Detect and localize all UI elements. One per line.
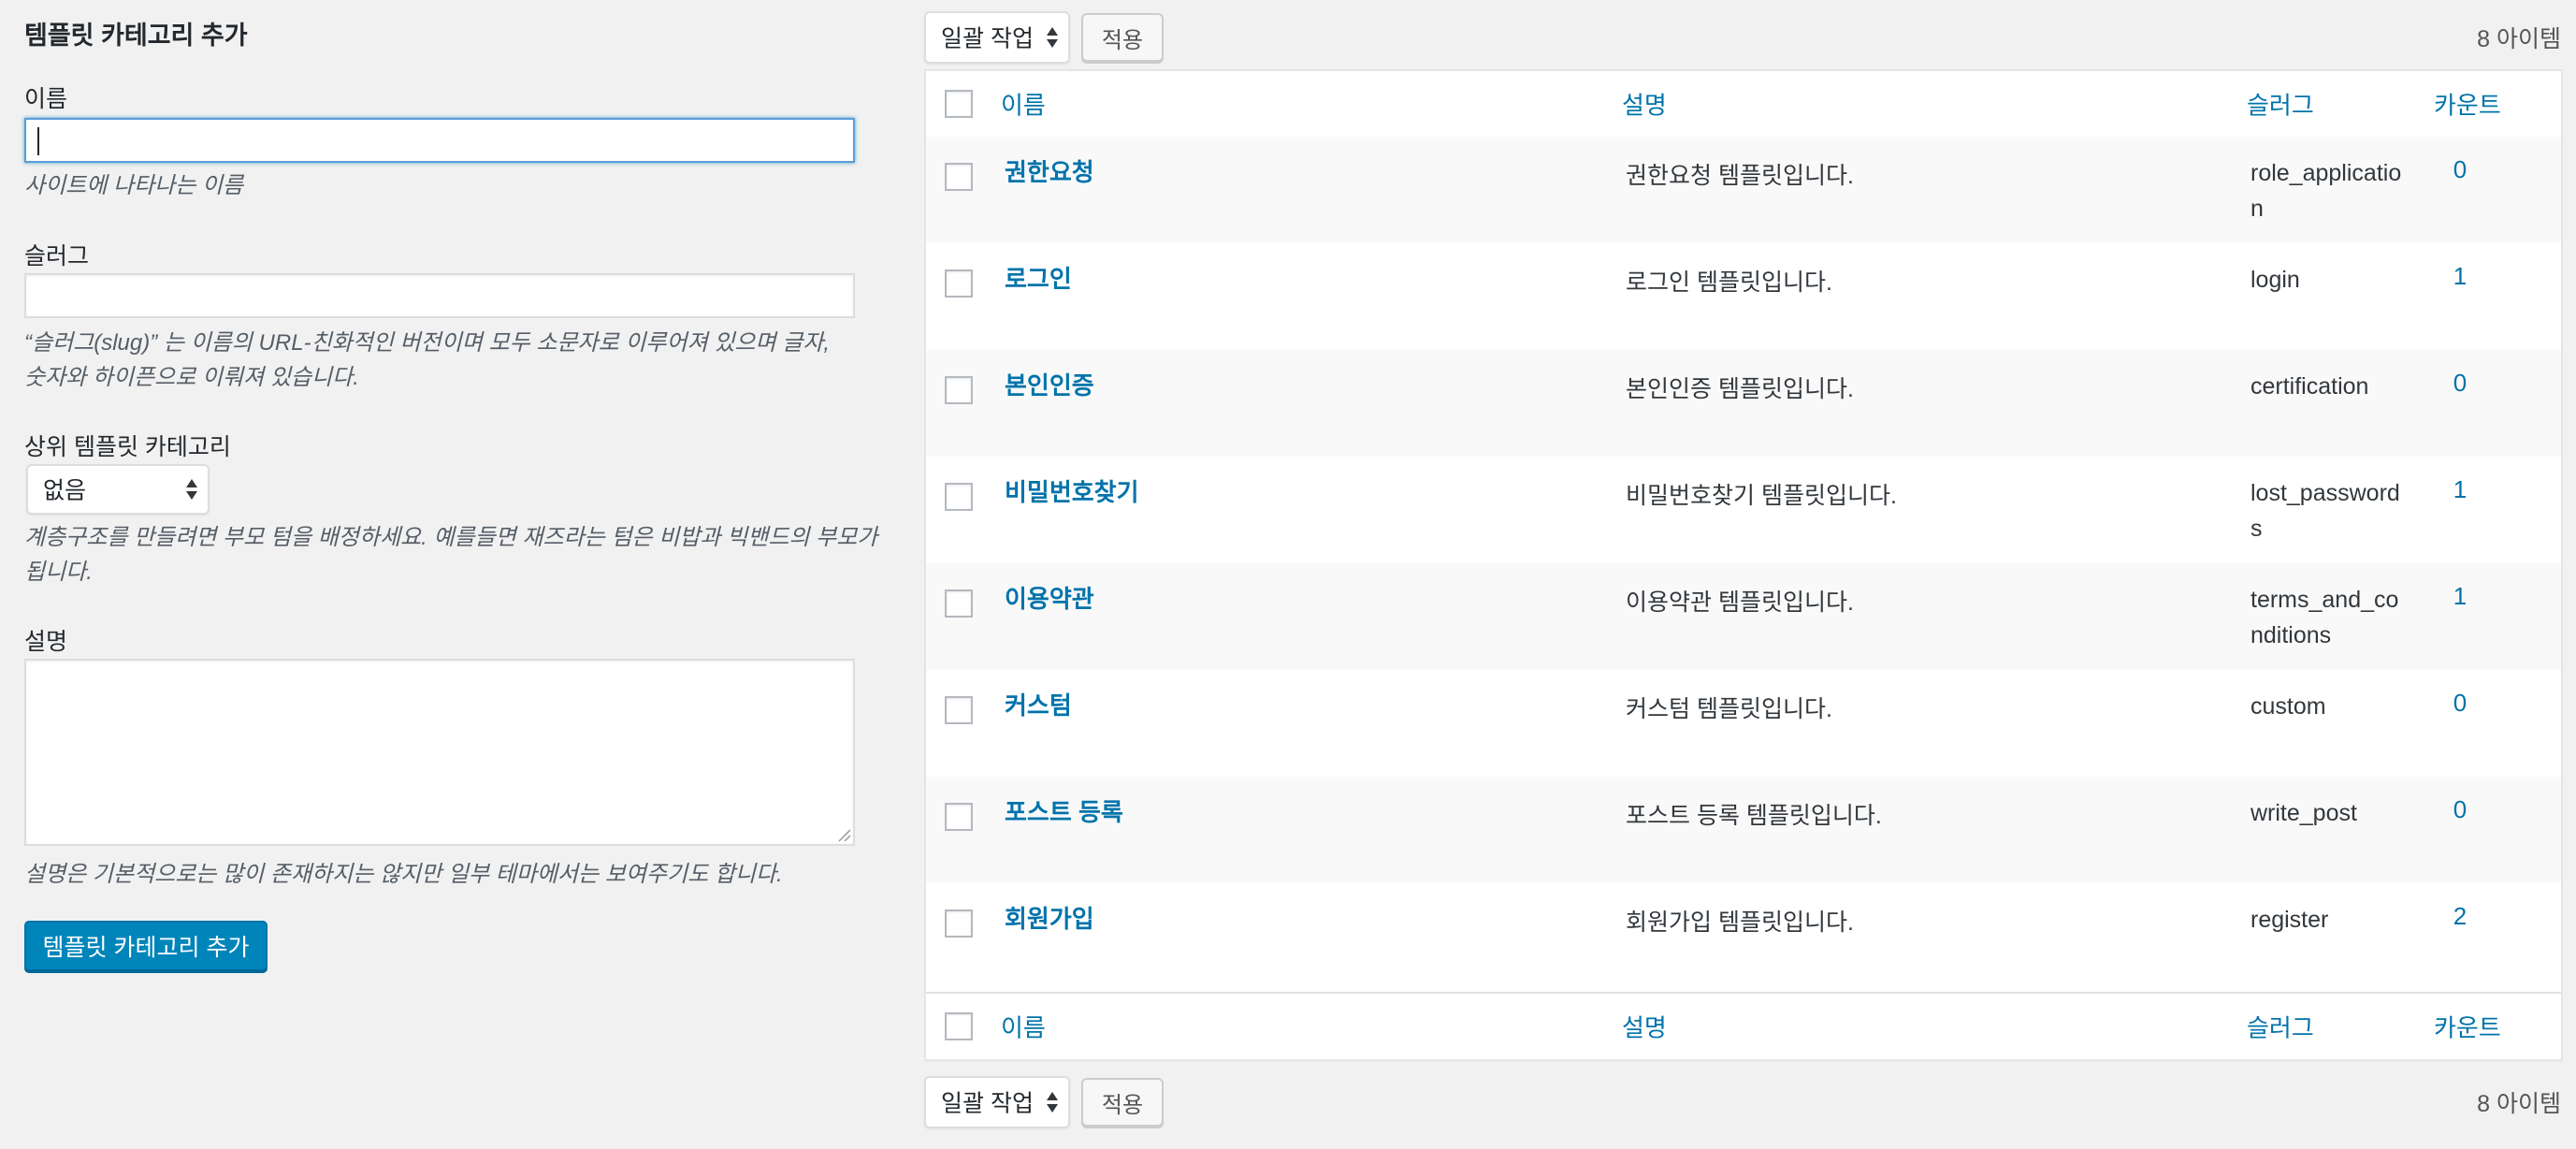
category-list-table: 이름 설명 슬러그 카운트 권한요청 권한요청 템플릿입니다. role_appli… <box>924 69 2563 1061</box>
bulk-action-select-top[interactable]: 일괄 작업 <box>924 11 1070 64</box>
row-checkbox[interactable] <box>945 696 973 724</box>
row-description: 회원가입 템플릿입니다. <box>1626 909 1854 936</box>
row-description: 이용약관 템플릿입니다. <box>1626 589 1854 616</box>
column-footer-slug[interactable]: 슬러그 <box>2247 1010 2314 1044</box>
slug-input[interactable] <box>24 273 855 318</box>
column-header-name[interactable]: 이름 <box>1001 87 1046 122</box>
parent-category-selected: 없음 <box>43 477 87 504</box>
row-description: 권한요청 템플릿입니다. <box>1626 163 1854 189</box>
table-row: 본인인증 본인인증 템플릿입니다. certification 0 <box>926 350 2561 457</box>
slug-description-line-1: “슬러그(slug)” 는 이름의 URL-친화적인 버전이며 모두 소문자로 … <box>24 330 831 356</box>
row-checkbox[interactable] <box>945 269 973 298</box>
row-count-link[interactable]: 1 <box>2385 582 2535 611</box>
bulk-action-selected: 일괄 작업 <box>941 25 1034 52</box>
select-all-checkbox-footer[interactable] <box>945 1012 973 1040</box>
slug-label: 슬러그 <box>24 243 90 269</box>
row-name-link[interactable]: 커스텀 <box>1005 687 1072 721</box>
bulk-actions-bottom: 일괄 작업 적용 8 아이템 <box>924 1076 2561 1128</box>
row-description: 본인인증 템플릿입니다. <box>1626 376 1854 402</box>
select-arrows-icon <box>186 479 197 500</box>
row-description: 커스텀 템플릿입니다. <box>1626 696 1832 722</box>
item-count-top: 8 아이템 <box>2477 26 2561 52</box>
row-count-link[interactable]: 0 <box>2385 795 2535 824</box>
column-header-count[interactable]: 카운트 <box>2434 87 2501 122</box>
select-arrows-icon <box>1047 1092 1058 1113</box>
row-name-link[interactable]: 이용약관 <box>1005 580 1094 615</box>
resize-grip-icon[interactable] <box>836 827 851 842</box>
apply-button-bottom[interactable]: 적용 <box>1081 1078 1164 1127</box>
row-description: 비밀번호찾기 템플릿입니다. <box>1626 483 1897 509</box>
parent-category-label: 상위 템플릿 카테고리 <box>24 434 231 460</box>
apply-button-top[interactable]: 적용 <box>1081 13 1164 62</box>
description-help: 설명은 기본적으로는 많이 존재하지는 않지만 일부 테마에서는 보여주기도 합… <box>24 862 783 887</box>
column-header-slug[interactable]: 슬러그 <box>2247 87 2314 122</box>
name-input[interactable] <box>24 118 855 163</box>
row-description: 포스트 등록 템플릿입니다. <box>1626 803 1882 829</box>
text-caret <box>37 127 39 155</box>
row-name-link[interactable]: 본인인증 <box>1005 367 1094 401</box>
row-checkbox[interactable] <box>945 483 973 511</box>
row-description: 로그인 템플릿입니다. <box>1626 269 1832 296</box>
column-footer-description[interactable]: 설명 <box>1622 1010 1667 1044</box>
row-name-link[interactable]: 권한요청 <box>1005 153 1094 188</box>
table-footer: 이름 설명 슬러그 카운트 <box>926 992 2561 1059</box>
form-title: 템플릿 카테고리 추가 <box>24 22 248 50</box>
row-count-link[interactable]: 0 <box>2385 689 2535 718</box>
row-count-link[interactable]: 1 <box>2385 262 2535 291</box>
parent-category-select[interactable]: 없음 <box>26 464 210 515</box>
bulk-action-selected: 일괄 작업 <box>941 1090 1034 1117</box>
table-header: 이름 설명 슬러그 카운트 <box>926 71 2561 138</box>
column-footer-name[interactable]: 이름 <box>1001 1010 1046 1044</box>
parent-description-line-2: 됩니다. <box>24 560 93 585</box>
row-count-link[interactable]: 0 <box>2385 369 2535 398</box>
row-name-link[interactable]: 로그인 <box>1005 260 1072 295</box>
row-count-link[interactable]: 0 <box>2385 155 2535 184</box>
row-count-link[interactable]: 1 <box>2385 475 2535 504</box>
column-footer-count[interactable]: 카운트 <box>2434 1010 2501 1044</box>
table-row: 포스트 등록 포스트 등록 템플릿입니다. write_post 0 <box>926 777 2561 883</box>
row-checkbox[interactable] <box>945 909 973 938</box>
name-label: 이름 <box>24 86 68 112</box>
slug-description-line-2: 숫자와 하이픈으로 이뤄져 있습니다. <box>24 365 359 390</box>
row-name-link[interactable]: 포스트 등록 <box>1005 793 1123 828</box>
select-arrows-icon <box>1047 27 1058 48</box>
row-checkbox[interactable] <box>945 589 973 618</box>
table-row: 회원가입 회원가입 템플릿입니다. register 2 <box>926 883 2561 990</box>
column-header-description[interactable]: 설명 <box>1622 87 1667 122</box>
table-row: 비밀번호찾기 비밀번호찾기 템플릿입니다. lost_passwords 1 <box>926 457 2561 563</box>
row-count-link[interactable]: 2 <box>2385 902 2535 931</box>
bulk-actions-top: 일괄 작업 적용 8 아이템 <box>924 11 2561 64</box>
description-textarea[interactable] <box>24 659 855 846</box>
row-checkbox[interactable] <box>945 376 973 404</box>
add-category-button[interactable]: 템플릿 카테고리 추가 <box>24 921 268 971</box>
table-row: 커스텀 커스텀 템플릿입니다. custom 0 <box>926 670 2561 777</box>
table-row: 이용약관 이용약관 템플릿입니다. terms_and_conditions 1 <box>926 563 2561 670</box>
parent-description-line-1: 계층구조를 만들려면 부모 텀을 배정하세요. 예를들면 재즈라는 텀은 비밥과… <box>24 525 878 550</box>
table-row: 권한요청 권한요청 템플릿입니다. role_application 0 <box>926 137 2561 243</box>
row-name-link[interactable]: 회원가입 <box>1005 900 1094 935</box>
row-checkbox[interactable] <box>945 803 973 831</box>
table-row: 로그인 로그인 템플릿입니다. login 1 <box>926 243 2561 350</box>
bulk-action-select-bottom[interactable]: 일괄 작업 <box>924 1076 1070 1128</box>
item-count-bottom: 8 아이템 <box>2477 1091 2561 1117</box>
row-name-link[interactable]: 비밀번호찾기 <box>1005 473 1139 508</box>
select-all-checkbox[interactable] <box>945 90 973 118</box>
description-label: 설명 <box>24 629 68 655</box>
row-checkbox[interactable] <box>945 163 973 191</box>
name-description: 사이트에 나타나는 이름 <box>24 173 244 198</box>
